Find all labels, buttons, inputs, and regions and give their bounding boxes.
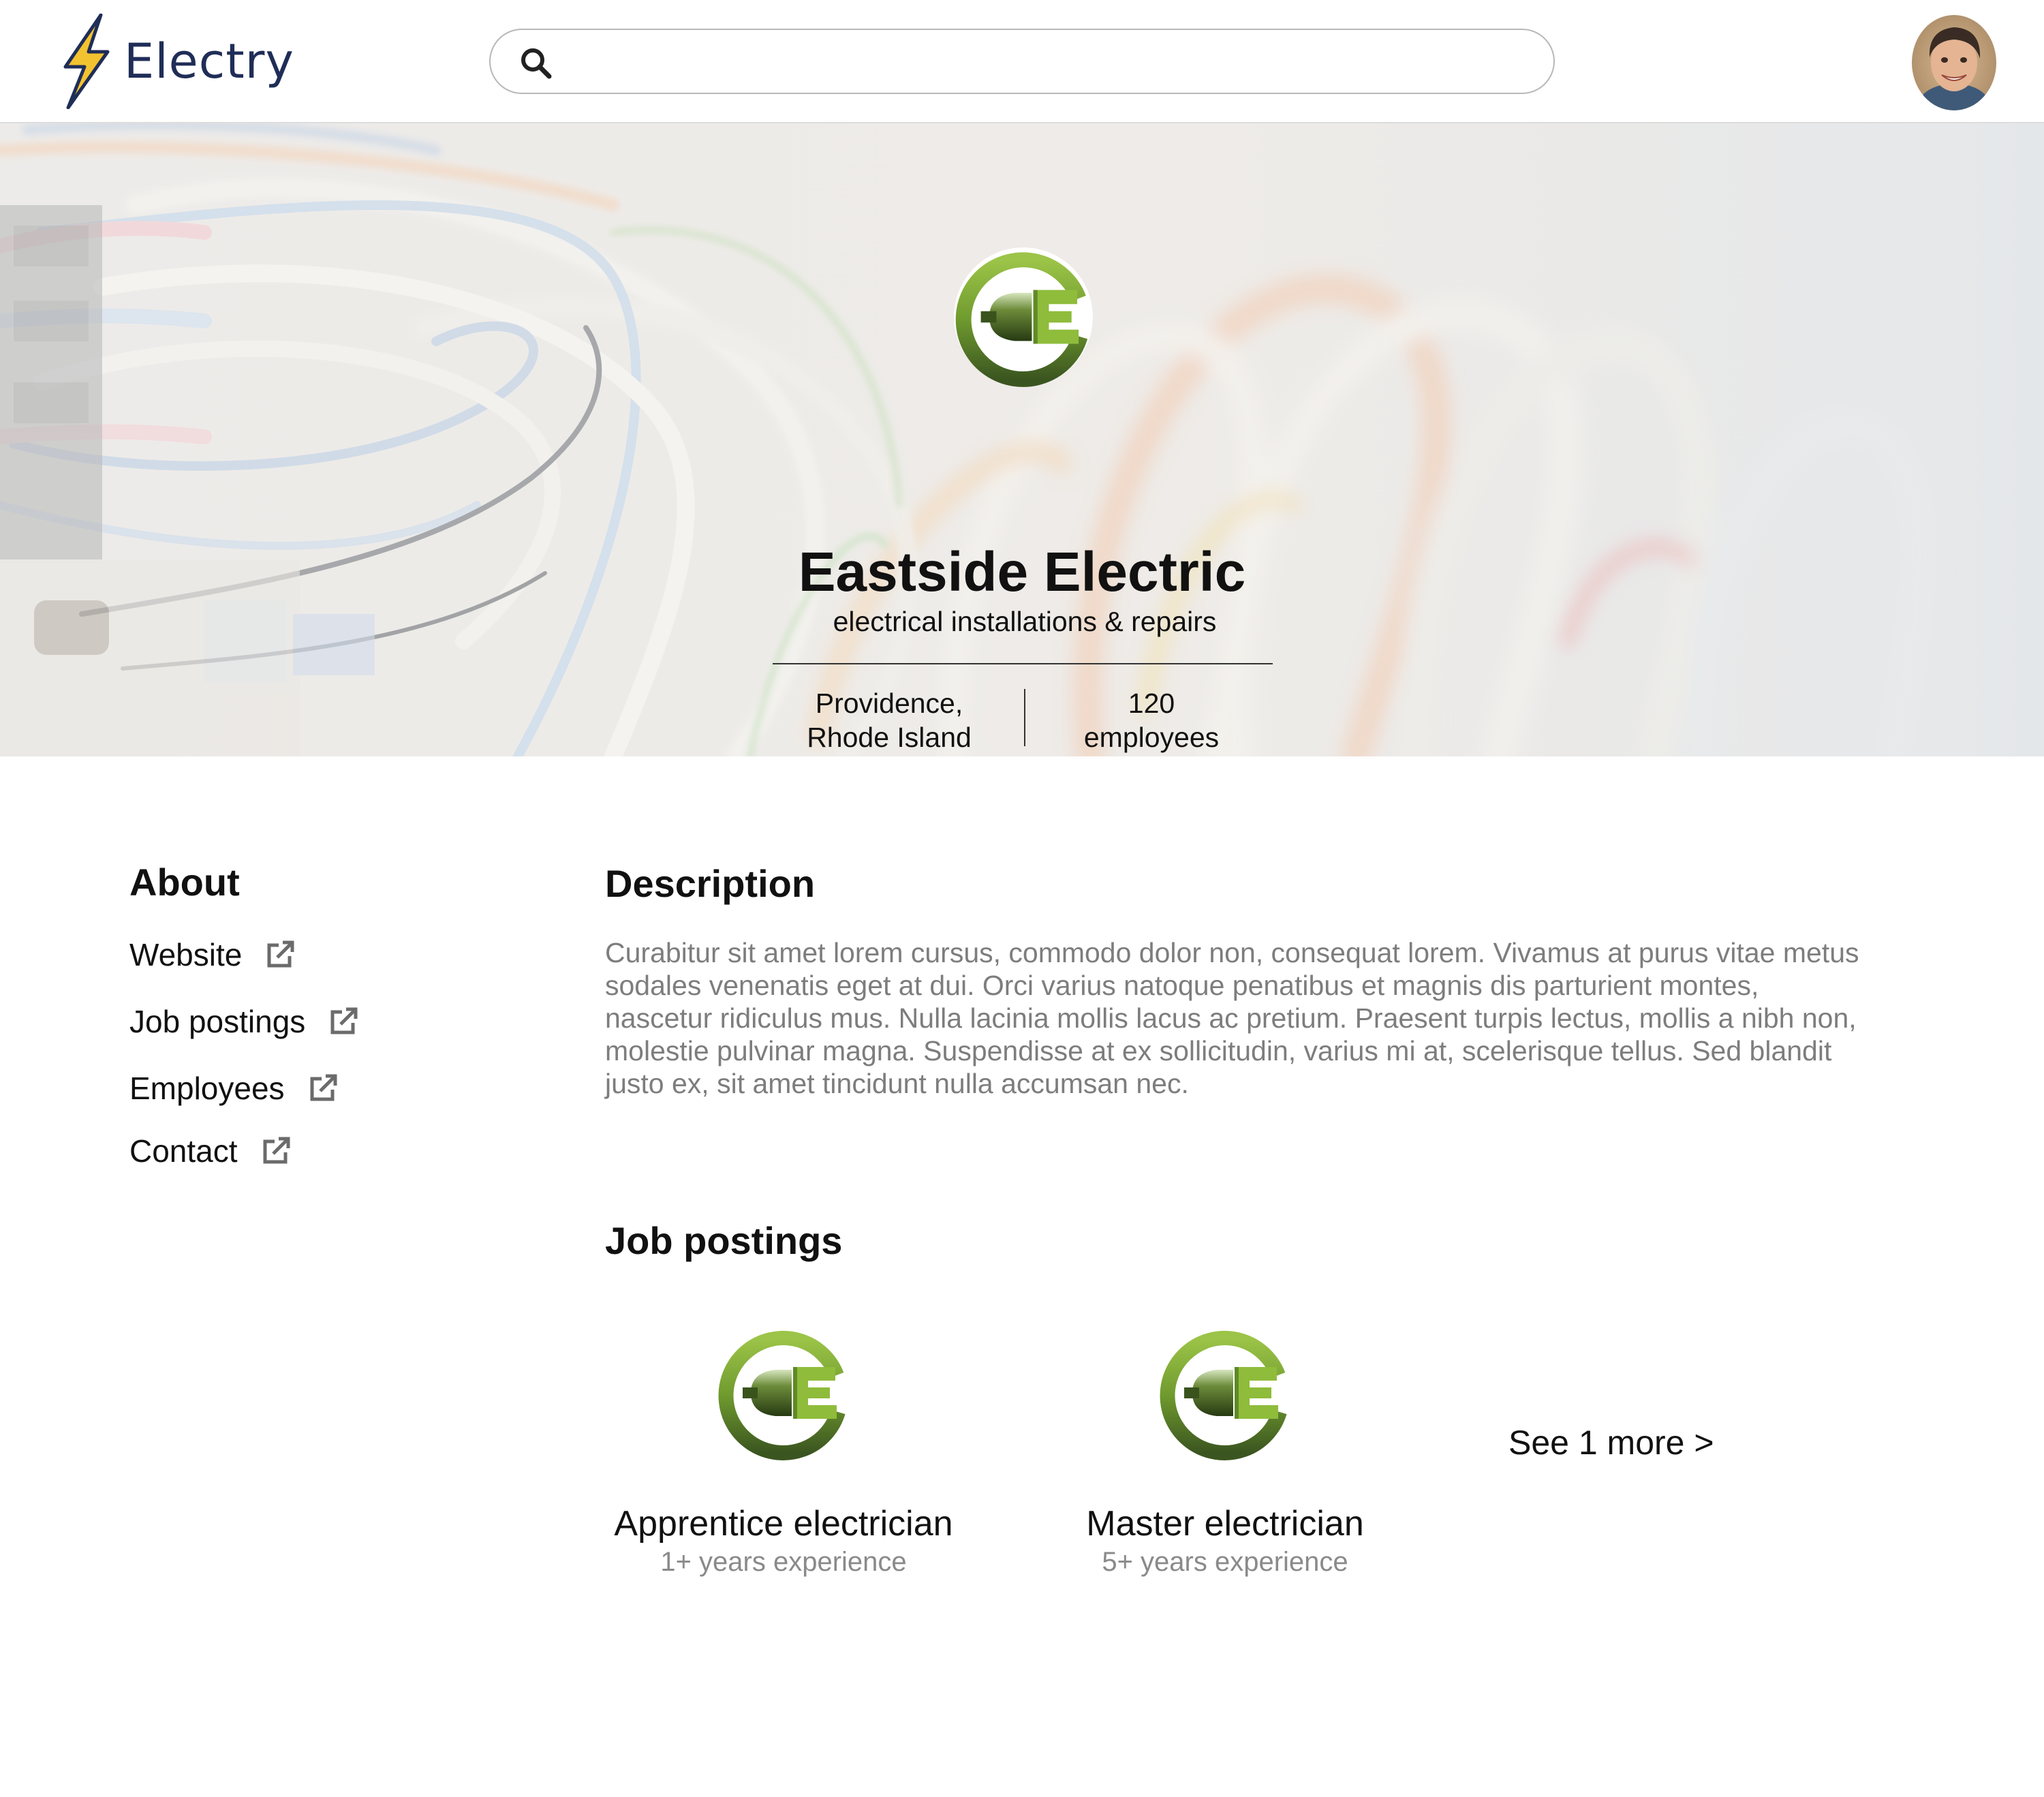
job-experience: 5+ years experience (1102, 1547, 1348, 1577)
job-title: Master electrician (1086, 1504, 1364, 1543)
search-bar[interactable] (489, 29, 1555, 94)
location-state: Rhode Island (807, 722, 972, 753)
brand-name: Electry (124, 33, 294, 89)
about-link-contact[interactable]: Contact (129, 1133, 291, 1169)
company-employee-count: 120 employees (1059, 686, 1243, 754)
about-link-job-postings[interactable]: Job postings (129, 1003, 358, 1040)
about-link-label: Website (129, 937, 243, 972)
stats-divider (1024, 689, 1025, 746)
company-name: Eastside Electric (798, 541, 1246, 603)
brand-logo[interactable]: Electry (59, 14, 294, 109)
company-location: Providence, Rhode Island (790, 686, 988, 754)
search-icon (521, 48, 552, 79)
job-experience: 1+ years experience (660, 1547, 907, 1577)
location-city: Providence, (815, 688, 963, 719)
about-link-label: Employees (129, 1071, 285, 1106)
employee-label: employees (1083, 722, 1220, 753)
external-link-icon (310, 1074, 337, 1101)
top-bar: Electry (0, 0, 2044, 123)
company-logo (715, 1325, 852, 1461)
user-avatar[interactable] (1912, 15, 1996, 110)
see-more-jobs-link[interactable]: See 1 more > (1508, 1423, 1714, 1462)
description-heading: Description (605, 862, 816, 905)
description-text: Curabitur sit amet lorem cursus, commodo… (605, 937, 1859, 1099)
company-logo (953, 246, 1094, 388)
about-link-employees[interactable]: Employees (129, 1070, 338, 1107)
external-link-icon (263, 1137, 290, 1164)
search-input[interactable] (566, 40, 1536, 85)
job-postings-heading: Job postings (605, 1219, 843, 1262)
about-link-label: Job postings (129, 1004, 306, 1039)
external-link-icon (267, 940, 294, 968)
external-link-icon (330, 1007, 358, 1034)
company-logo (1157, 1325, 1293, 1461)
lightning-bolt-icon (63, 14, 110, 109)
hero-divider (773, 663, 1273, 664)
about-link-website[interactable]: Website (129, 936, 295, 973)
about-heading: About (129, 861, 240, 904)
company-banner: Eastside Electric electrical installatio… (0, 123, 2044, 756)
employee-count: 120 (1128, 688, 1175, 719)
banner-overlay (0, 123, 2044, 756)
company-tagline: electrical installations & repairs (833, 606, 1217, 637)
about-link-label: Contact (129, 1133, 238, 1169)
job-title: Apprentice electrician (614, 1504, 953, 1543)
